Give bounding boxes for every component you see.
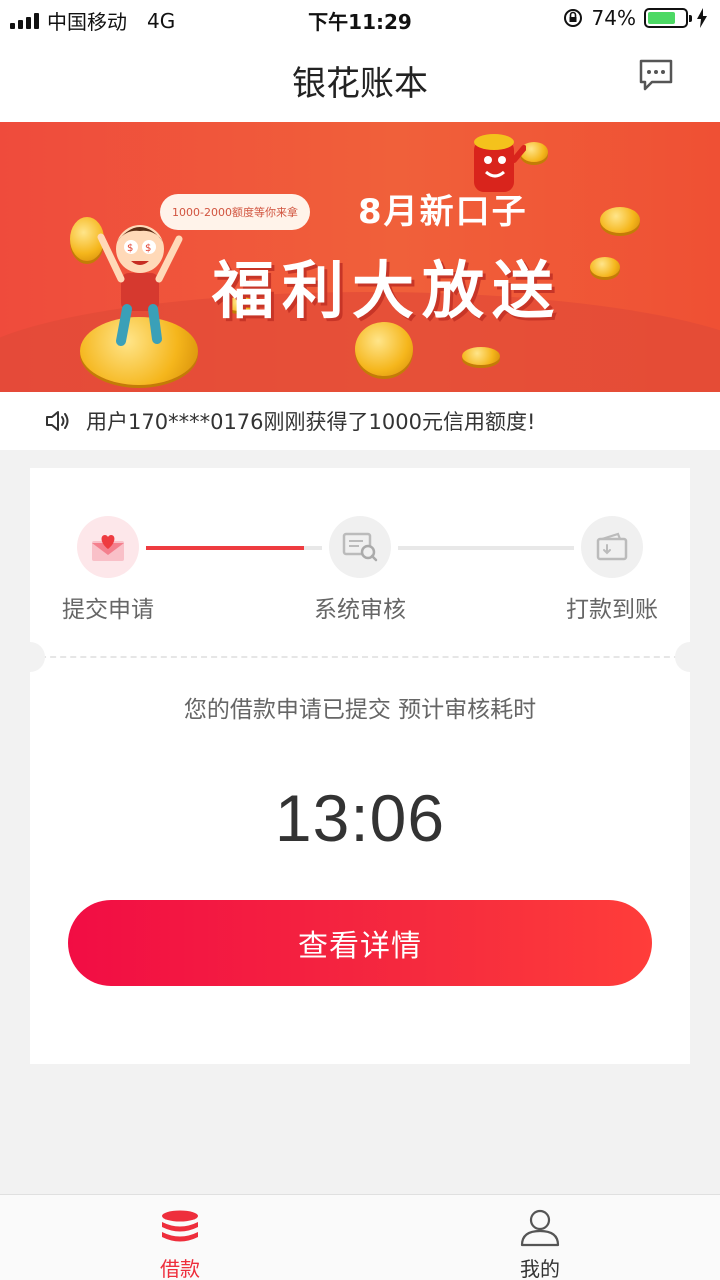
speaker-icon (46, 411, 69, 431)
battery-icon (644, 8, 692, 28)
tab-mine[interactable]: 我的 (360, 1195, 720, 1280)
progress-steps: 提交申请 系统审核 打款到账 (30, 516, 690, 626)
step-payout: 打款到账 (542, 516, 682, 624)
wallet-icon (596, 532, 628, 561)
card-notch-left (15, 642, 45, 672)
coin-icon (590, 257, 620, 277)
message-button[interactable] (638, 58, 674, 94)
svg-text:$: $ (127, 243, 133, 254)
step-label: 系统审核 (314, 597, 406, 623)
banner-bubble: 1000-2000额度等你来拿 (160, 194, 310, 230)
step-review: 系统审核 (290, 516, 430, 624)
coin-icon (462, 347, 500, 365)
svg-text:$: $ (145, 243, 151, 254)
countdown-timer: 13:06 (274, 781, 446, 855)
banner-subtitle: 8月新口子 (358, 192, 528, 232)
nav-bar: 银花账本 (0, 38, 720, 122)
cartoon-man-icon: $ $ (97, 225, 183, 346)
page-title: 银花账本 (292, 64, 428, 104)
step-circle (329, 516, 391, 578)
step-label: 打款到账 (566, 597, 658, 623)
charging-bolt-icon (697, 8, 707, 28)
step-circle (77, 516, 139, 578)
chat-bubble-icon (639, 59, 673, 91)
battery-percent: 74% (591, 6, 636, 30)
step-label: 提交申请 (62, 597, 154, 623)
coins-stack-icon (162, 1210, 198, 1242)
promo-banner[interactable]: $ $ 1000-2000额度等你来拿 8月新口子 福利大放送 (0, 122, 720, 392)
tab-label: 我的 (520, 1257, 560, 1280)
card-divider (30, 656, 690, 658)
step-submit: 提交申请 (38, 516, 178, 624)
tab-loan[interactable]: 借款 (0, 1195, 360, 1280)
loan-status-card: 提交申请 系统审核 打款到账 您的借款申请已提交 预计审核耗时 13:06 查看… (15, 468, 705, 1064)
review-search-icon (342, 532, 378, 562)
tab-bar: 借款 我的 (0, 1194, 720, 1280)
notice-text: 用户170****0176刚刚获得了1000元信用额度! (86, 410, 536, 434)
notice-bar: 用户170****0176刚刚获得了1000元信用额度! (0, 392, 720, 450)
submit-message: 您的借款申请已提交 预计审核耗时 (183, 697, 537, 723)
status-right: 74% (562, 6, 708, 30)
user-icon (520, 1209, 560, 1247)
coin-icon (355, 322, 413, 376)
status-bar: 中国移动 4G 下午11:29 74% (0, 0, 720, 38)
view-details-button[interactable]: 查看详情 (68, 900, 652, 986)
card-notch-right (675, 642, 705, 672)
banner-headline: 福利大放送 (212, 254, 563, 327)
envelope-heart-icon (92, 535, 124, 561)
rotation-lock-icon (563, 9, 582, 27)
tab-label: 借款 (160, 1257, 200, 1280)
coin-icon (600, 207, 640, 233)
step-circle (581, 516, 643, 578)
